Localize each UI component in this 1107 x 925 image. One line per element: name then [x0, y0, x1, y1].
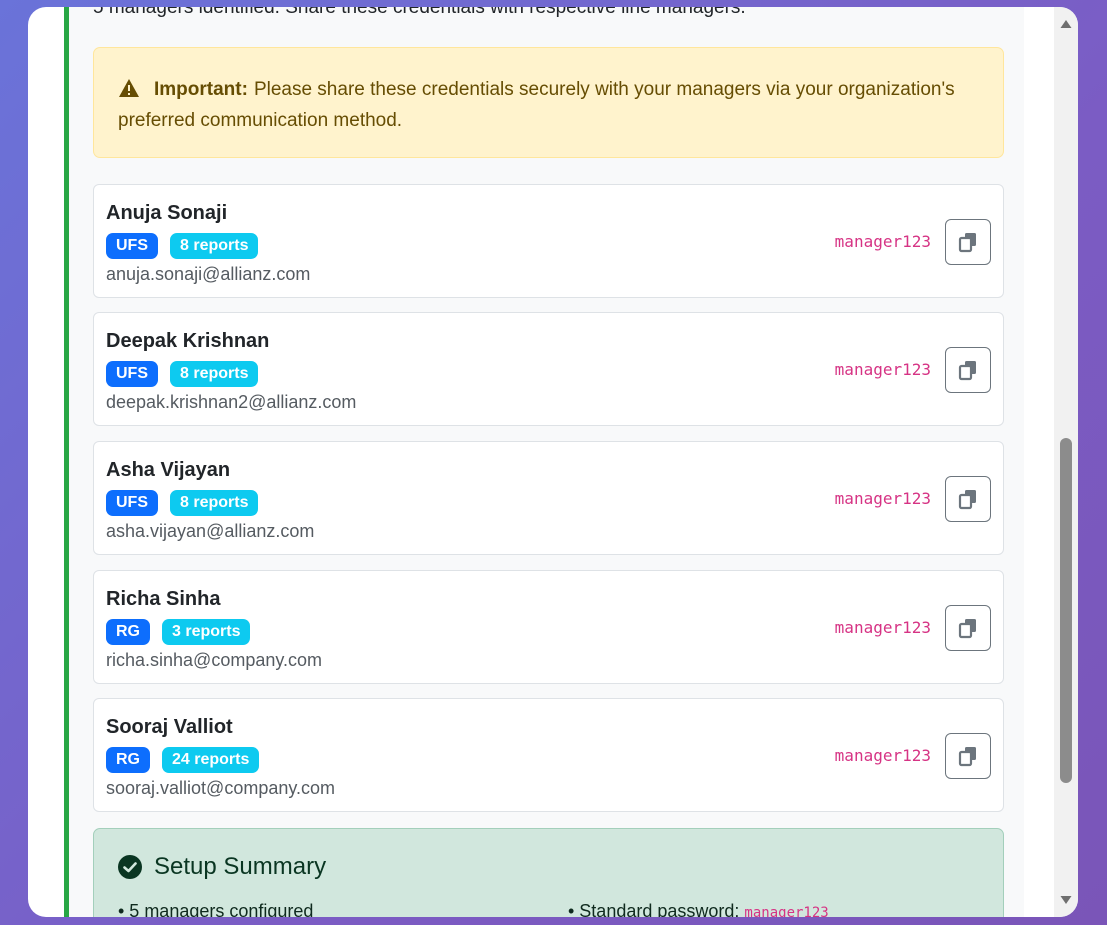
- copy-icon: [958, 233, 976, 253]
- manager-name: Anuja Sonaji: [106, 202, 228, 224]
- reports-badge: 24 reports: [162, 747, 260, 773]
- manager-password: manager123: [834, 360, 931, 379]
- manager-password: manager123: [834, 489, 931, 508]
- intro-text: 5 managers identified. Share these crede…: [93, 7, 746, 18]
- manager-password: manager123: [834, 618, 931, 637]
- manager-card: Sooraj Valliot RG 24 reports sooraj.vall…: [93, 698, 1004, 812]
- copy-icon: [958, 747, 976, 767]
- manager-password: manager123: [834, 746, 931, 765]
- reports-badge: 8 reports: [170, 490, 259, 516]
- department-badge: RG: [106, 619, 150, 645]
- alert-title: Important:: [154, 79, 248, 100]
- copy-credentials-button[interactable]: [945, 476, 991, 522]
- warning-icon: [119, 79, 139, 97]
- check-circle-icon: [118, 855, 142, 879]
- department-badge: UFS: [106, 233, 158, 259]
- manager-email: deepak.krishnan2@allianz.com: [106, 392, 357, 412]
- setup-summary: Setup Summary • 5 managers configured • …: [93, 828, 1004, 917]
- manager-card: Deepak Krishnan UFS 8 reports deepak.kri…: [93, 312, 1004, 426]
- credentials-panel: 5 managers identified. Share these crede…: [64, 7, 1024, 917]
- reports-badge: 8 reports: [170, 233, 259, 259]
- manager-card: Richa Sinha RG 3 reports richa.sinha@com…: [93, 570, 1004, 684]
- department-badge: RG: [106, 747, 150, 773]
- copy-icon: [958, 619, 976, 639]
- scroll-area[interactable]: 5 managers identified. Share these crede…: [28, 7, 1054, 917]
- manager-name: Deepak Krishnan: [106, 330, 270, 352]
- reports-badge: 3 reports: [162, 619, 251, 645]
- manager-email: asha.vijayan@allianz.com: [106, 521, 315, 541]
- department-badge: UFS: [106, 490, 158, 516]
- copy-icon: [958, 490, 976, 510]
- scroll-up-arrow-icon[interactable]: [1060, 19, 1072, 29]
- summary-password-value: manager123: [744, 905, 829, 917]
- copy-credentials-button[interactable]: [945, 605, 991, 651]
- copy-credentials-button[interactable]: [945, 219, 991, 265]
- reports-badge: 8 reports: [170, 361, 259, 387]
- copy-icon: [958, 361, 976, 381]
- manager-name: Richa Sinha: [106, 588, 221, 610]
- manager-email: richa.sinha@company.com: [106, 650, 323, 670]
- manager-name: Asha Vijayan: [106, 459, 231, 481]
- manager-email: sooraj.valliot@company.com: [106, 778, 336, 798]
- app-window: 5 managers identified. Share these crede…: [28, 7, 1078, 917]
- manager-password: manager123: [834, 232, 931, 251]
- summary-title: Setup Summary: [154, 853, 327, 880]
- scrollbar-thumb[interactable]: [1060, 438, 1072, 783]
- summary-password-label: • Standard password:: [568, 901, 740, 917]
- manager-card: Asha Vijayan UFS 8 reports asha.vijayan@…: [93, 441, 1004, 555]
- manager-name: Sooraj Valliot: [106, 716, 233, 738]
- copy-credentials-button[interactable]: [945, 733, 991, 779]
- summary-item-managers: • 5 managers configured: [118, 901, 314, 917]
- security-alert: Important: Please share these credentials…: [93, 47, 1004, 158]
- vertical-scrollbar[interactable]: [1054, 7, 1078, 917]
- summary-item-password: • Standard password: manager123: [568, 901, 829, 917]
- department-badge: UFS: [106, 361, 158, 387]
- manager-card: Anuja Sonaji UFS 8 reports anuja.sonaji@…: [93, 184, 1004, 298]
- copy-credentials-button[interactable]: [945, 347, 991, 393]
- manager-email: anuja.sonaji@allianz.com: [106, 264, 311, 284]
- scroll-down-arrow-icon[interactable]: [1060, 895, 1072, 905]
